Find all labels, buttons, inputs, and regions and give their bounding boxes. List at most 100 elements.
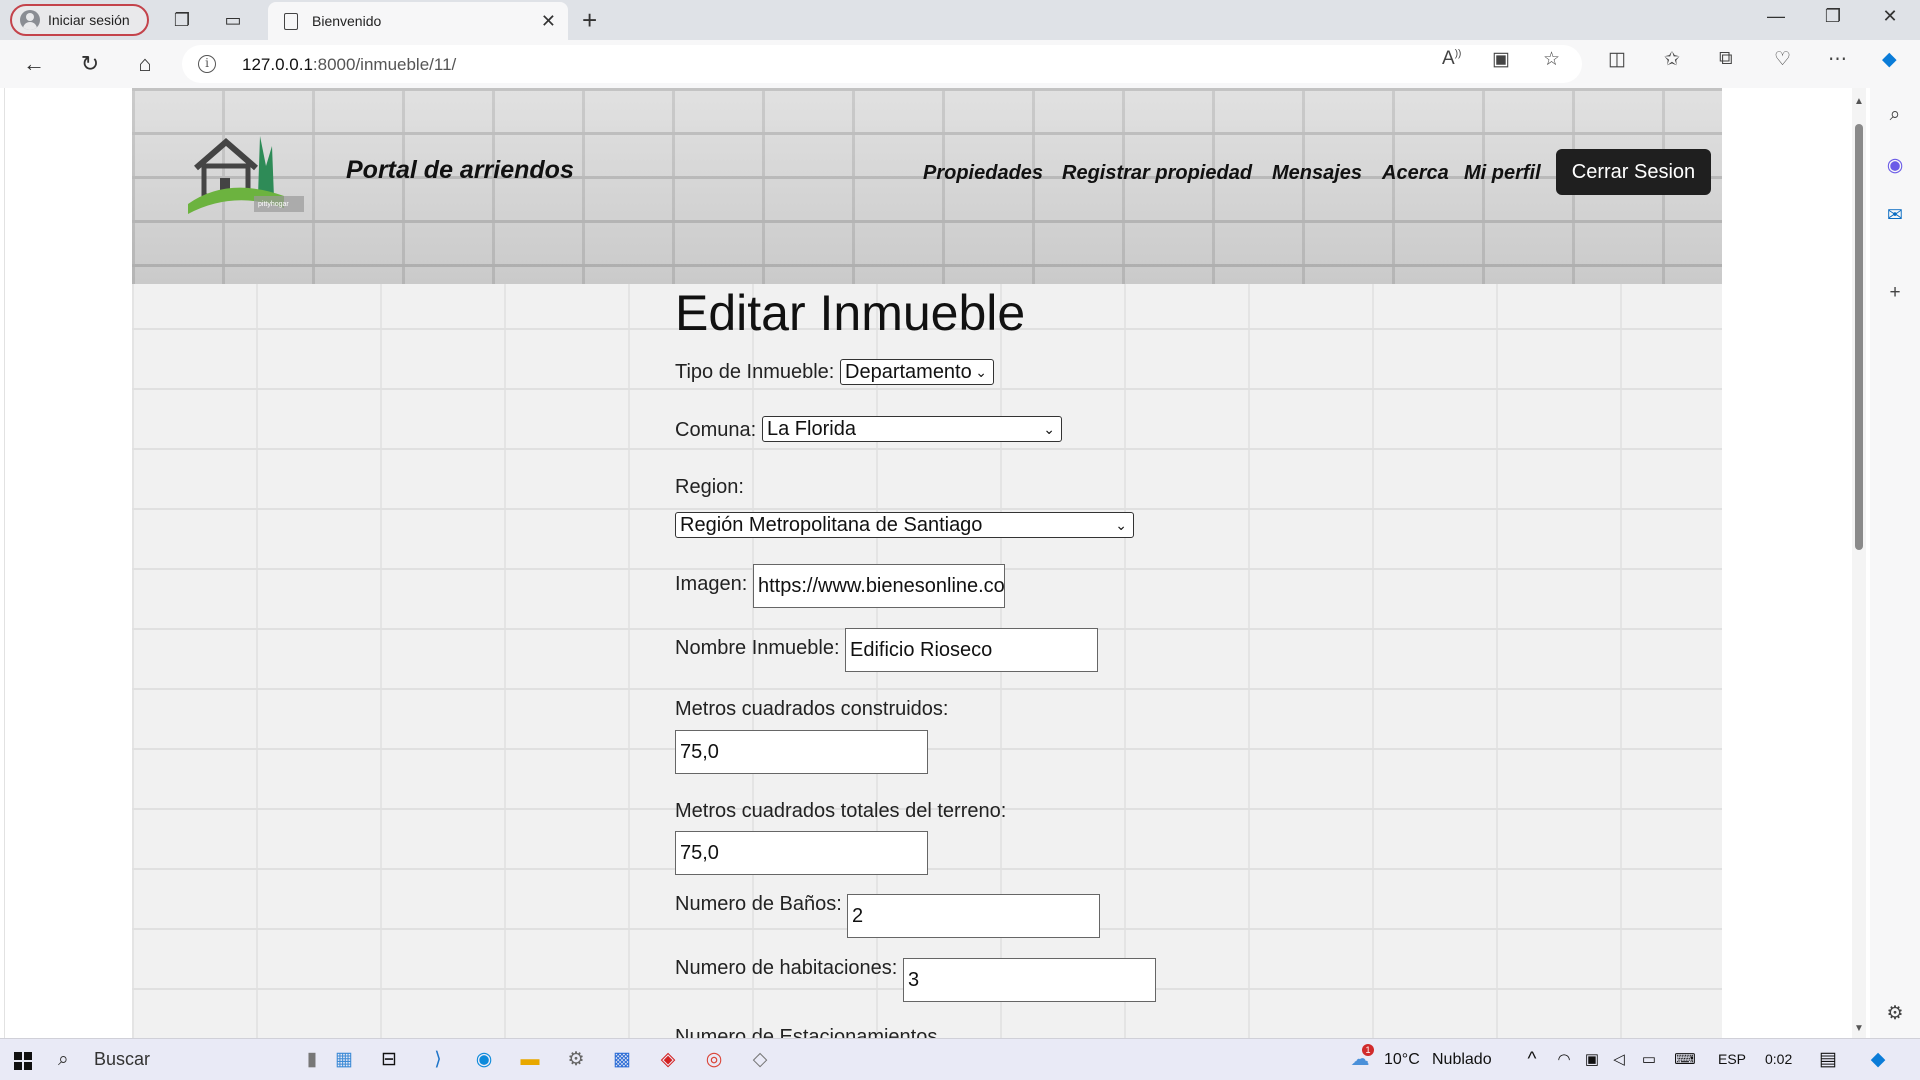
site-title[interactable]: Portal de arriendos <box>346 156 574 185</box>
nav-propiedades[interactable]: Propiedades <box>923 162 1043 185</box>
svg-text:pittyhogar: pittyhogar <box>258 201 289 208</box>
site-info-icon[interactable]: i <box>198 55 216 73</box>
nav-registrar-propiedad[interactable]: Registrar propiedad <box>1062 162 1252 185</box>
habitaciones-input[interactable]: 3 <box>903 958 1156 1002</box>
minimize-icon[interactable]: — <box>1756 6 1796 27</box>
language-indicator[interactable]: ESP <box>1718 1051 1746 1067</box>
weather-desc[interactable]: Nublado <box>1432 1051 1492 1069</box>
read-aloud-icon[interactable]: A)) <box>1442 48 1461 70</box>
address-bar-row: ← ↻ ⌂ i 127.0.0.1:8000/inmueble/11/ A)) … <box>0 40 1920 88</box>
split-screen-icon[interactable]: ◫ <box>1608 48 1626 71</box>
keyboard-icon[interactable]: ⌨ <box>1673 1048 1697 1072</box>
copilot-icon[interactable]: ◆ <box>1882 48 1897 71</box>
url-text[interactable]: 127.0.0.1:8000/inmueble/11/ <box>242 55 456 75</box>
vscode-icon[interactable]: ⟩ <box>426 1048 450 1072</box>
weather-badge: 1 <box>1362 1044 1374 1056</box>
chevron-down-icon: ⌄ <box>975 364 987 380</box>
taskbar-search[interactable]: ⌕ Buscar <box>58 1049 150 1071</box>
scroll-thumb[interactable] <box>1855 124 1863 550</box>
nombre-label: Nombre Inmueble: <box>675 637 840 659</box>
widget-icon[interactable]: ▮ <box>300 1048 324 1072</box>
windows-taskbar: ⌕ Buscar ▮ ▦ ⊟ ⟩ ◉ ▬ ⚙ ▩ ◈ ◎ ◇ ☁ 1 10°C … <box>0 1038 1920 1080</box>
nav-acerca[interactable]: Acerca <box>1382 162 1449 185</box>
chevron-up-icon[interactable]: ^ <box>1520 1048 1544 1072</box>
nombre-input[interactable]: Edificio Rioseco <box>845 628 1098 672</box>
copilot-taskbar-icon[interactable]: ◆ <box>1866 1048 1890 1072</box>
nav-mi-perfil[interactable]: Mi perfil <box>1464 162 1541 185</box>
site-logo: pittyhogar <box>188 136 304 214</box>
chrome-icon[interactable]: ◎ <box>702 1048 726 1072</box>
page-body: pittyhogar Portal de arriendos Propiedad… <box>132 88 1722 1038</box>
new-tab-icon[interactable]: + <box>582 5 597 36</box>
battery-icon[interactable]: ▭ <box>1637 1048 1661 1072</box>
imagen-label: Imagen: <box>675 573 748 595</box>
logout-button[interactable]: Cerrar Sesion <box>1556 149 1711 195</box>
page-scrollbar[interactable]: ▲ ▼ <box>1852 88 1866 1038</box>
profile-button[interactable]: Iniciar sesión <box>10 4 149 36</box>
scroll-up-icon[interactable]: ▲ <box>1854 96 1864 107</box>
restore-icon[interactable]: ❐ <box>1813 6 1853 27</box>
tipo-label: Tipo de Inmueble: <box>675 361 835 383</box>
task-view-icon[interactable]: ⊟ <box>377 1048 401 1072</box>
tipo-select-value: Departamento <box>845 361 972 383</box>
page-icon <box>284 12 298 30</box>
habitaciones-label: Numero de habitaciones: <box>675 957 898 979</box>
app-icon[interactable]: ⚙ <box>564 1048 588 1072</box>
tipo-select[interactable]: Departamento ⌄ <box>840 359 994 385</box>
taskbar-search-label: Buscar <box>94 1049 151 1069</box>
volume-icon[interactable]: ◁ <box>1607 1048 1631 1072</box>
windows-start-icon[interactable] <box>14 1052 32 1070</box>
nav-mensajes[interactable]: Mensajes <box>1272 162 1362 185</box>
banos-label: Numero de Baños: <box>675 893 842 915</box>
vpn-icon[interactable]: ▣ <box>1580 1048 1604 1072</box>
weather-temp[interactable]: 10°C <box>1384 1051 1420 1069</box>
maps-icon[interactable]: ▦ <box>332 1048 356 1072</box>
close-tab-icon[interactable]: ✕ <box>541 11 556 32</box>
form-title: Editar Inmueble <box>675 285 1026 341</box>
back-icon[interactable]: ← <box>20 50 48 78</box>
sidebar-search-icon[interactable]: ⌕ <box>1883 104 1907 128</box>
address-bar[interactable]: i 127.0.0.1:8000/inmueble/11/ <box>182 45 1582 83</box>
scroll-down-icon[interactable]: ▼ <box>1854 1023 1864 1034</box>
reload-icon[interactable]: ↻ <box>76 50 104 78</box>
comuna-select[interactable]: La Florida ⌄ <box>762 416 1062 442</box>
store-icon[interactable]: ▩ <box>610 1048 634 1072</box>
favorite-star-icon[interactable]: ☆ <box>1543 48 1560 71</box>
chevron-down-icon: ⌄ <box>1115 517 1127 533</box>
profile-label: Iniciar sesión <box>48 12 130 28</box>
acrobat-icon[interactable]: ◈ <box>656 1048 680 1072</box>
m2-totales-input[interactable]: 75,0 <box>675 831 928 875</box>
banos-input[interactable]: 2 <box>847 894 1100 938</box>
region-select-value: Región Metropolitana de Santiago <box>680 514 983 536</box>
region-label: Region: <box>675 476 744 498</box>
notifications-icon[interactable]: ▤ <box>1816 1048 1840 1072</box>
vertical-tabs-icon[interactable]: ▭ <box>221 8 245 32</box>
imagen-input[interactable]: https://www.bienesonline.com <box>753 564 1005 608</box>
tab-bienvenido[interactable]: Bienvenido ✕ <box>268 2 568 40</box>
browser-tab-strip: Iniciar sesión ❐ ▭ Bienvenido ✕ + — ❐ ✕ <box>0 0 1920 40</box>
close-window-icon[interactable]: ✕ <box>1870 6 1910 27</box>
wifi-icon[interactable]: ◠ <box>1552 1048 1576 1072</box>
sidebar-outlook-icon[interactable]: ✉ <box>1883 204 1907 228</box>
sidebar-m365-icon[interactable]: ◉ <box>1883 154 1907 178</box>
favorites-icon[interactable]: ✩ <box>1664 48 1680 71</box>
app-icon-2[interactable]: ◇ <box>748 1048 772 1072</box>
file-explorer-icon[interactable]: ▬ <box>518 1048 542 1072</box>
clock[interactable]: 0:02 <box>1765 1051 1792 1067</box>
m2-construidos-input[interactable]: 75,0 <box>675 730 928 774</box>
browser-essentials-icon[interactable]: ♡ <box>1774 48 1791 71</box>
user-avatar-icon <box>20 10 40 30</box>
tab-title: Bienvenido <box>312 13 382 29</box>
more-menu-icon[interactable]: ⋯ <box>1828 48 1847 71</box>
home-icon[interactable]: ⌂ <box>131 50 159 78</box>
immersive-reader-icon[interactable]: ▣ <box>1492 48 1510 71</box>
sidebar-settings-icon[interactable]: ⚙ <box>1883 1002 1907 1026</box>
region-select[interactable]: Región Metropolitana de Santiago ⌄ <box>675 512 1134 538</box>
workspaces-icon[interactable]: ❐ <box>170 8 194 32</box>
page-viewport: pittyhogar Portal de arriendos Propiedad… <box>4 88 1852 1038</box>
header-shade <box>132 88 1722 284</box>
edge-icon[interactable]: ◉ <box>472 1048 496 1072</box>
collections-icon[interactable]: ⧉ <box>1719 48 1733 70</box>
search-icon: ⌕ <box>58 1049 69 1070</box>
sidebar-add-icon[interactable]: + <box>1883 282 1907 306</box>
